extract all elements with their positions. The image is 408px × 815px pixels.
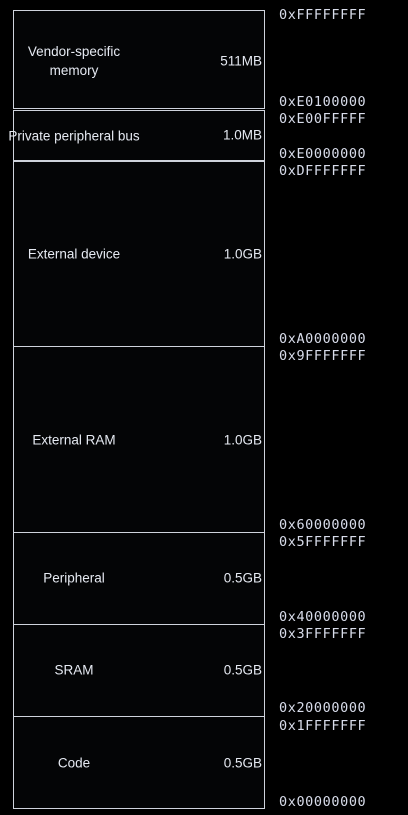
address-end-label: 0x1FFFFFFF (279, 718, 367, 734)
region-external-device: External device 1.0GB (13, 161, 265, 347)
region-name: External RAM (32, 432, 116, 448)
region-size: 1.0MB (222, 127, 262, 143)
region-vendor-specific-memory: Vendor-specific memory 511MB (13, 10, 265, 109)
address-start-label: 0x20000000 (279, 700, 367, 716)
region-size: 0.5GB (223, 662, 262, 678)
region-code: Code 0.5GB (13, 716, 265, 809)
address-start-label: 0x40000000 (279, 609, 367, 625)
address-start-label: 0x60000000 (279, 517, 367, 533)
address-end-label: 0x5FFFFFFF (279, 534, 367, 550)
address-end-label: 0x9FFFFFFF (279, 348, 367, 364)
region-name: Vendor-specific memory (27, 44, 121, 78)
region-name: SRAM (54, 662, 94, 678)
address-start-label: 0xE0000000 (279, 146, 367, 162)
address-start-label: 0x00000000 (279, 794, 367, 810)
address-end-label: 0xFFFFFFFF (279, 7, 367, 23)
address-start-label: 0xE0100000 (279, 94, 367, 110)
region-size: 0.5GB (223, 755, 262, 771)
region-size: 1.0GB (223, 246, 262, 262)
region-size: 511MB (220, 53, 262, 69)
region-sram: SRAM 0.5GB (13, 624, 265, 717)
address-end-label: 0x3FFFFFFF (279, 626, 367, 642)
address-start-label: 0xA0000000 (279, 331, 367, 347)
region-name: Peripheral (43, 570, 105, 586)
region-name: External device (27, 246, 121, 262)
region-peripheral: Peripheral 0.5GB (13, 532, 265, 625)
region-size: 0.5GB (223, 570, 262, 586)
address-end-label: 0xDFFFFFFF (279, 163, 367, 179)
region-private-peripheral-bus: Private peripheral bus 1.0MB (8, 110, 265, 161)
region-size: 1.0GB (223, 432, 262, 448)
region-name: Code (57, 755, 91, 771)
region-name: Private peripheral bus (8, 128, 140, 144)
address-end-label: 0xE00FFFFF (279, 111, 367, 127)
memory-map-diagram: Vendor-specific memory 511MB 0xFFFFFFFF … (0, 0, 408, 815)
region-external-ram: External RAM 1.0GB (13, 346, 265, 533)
